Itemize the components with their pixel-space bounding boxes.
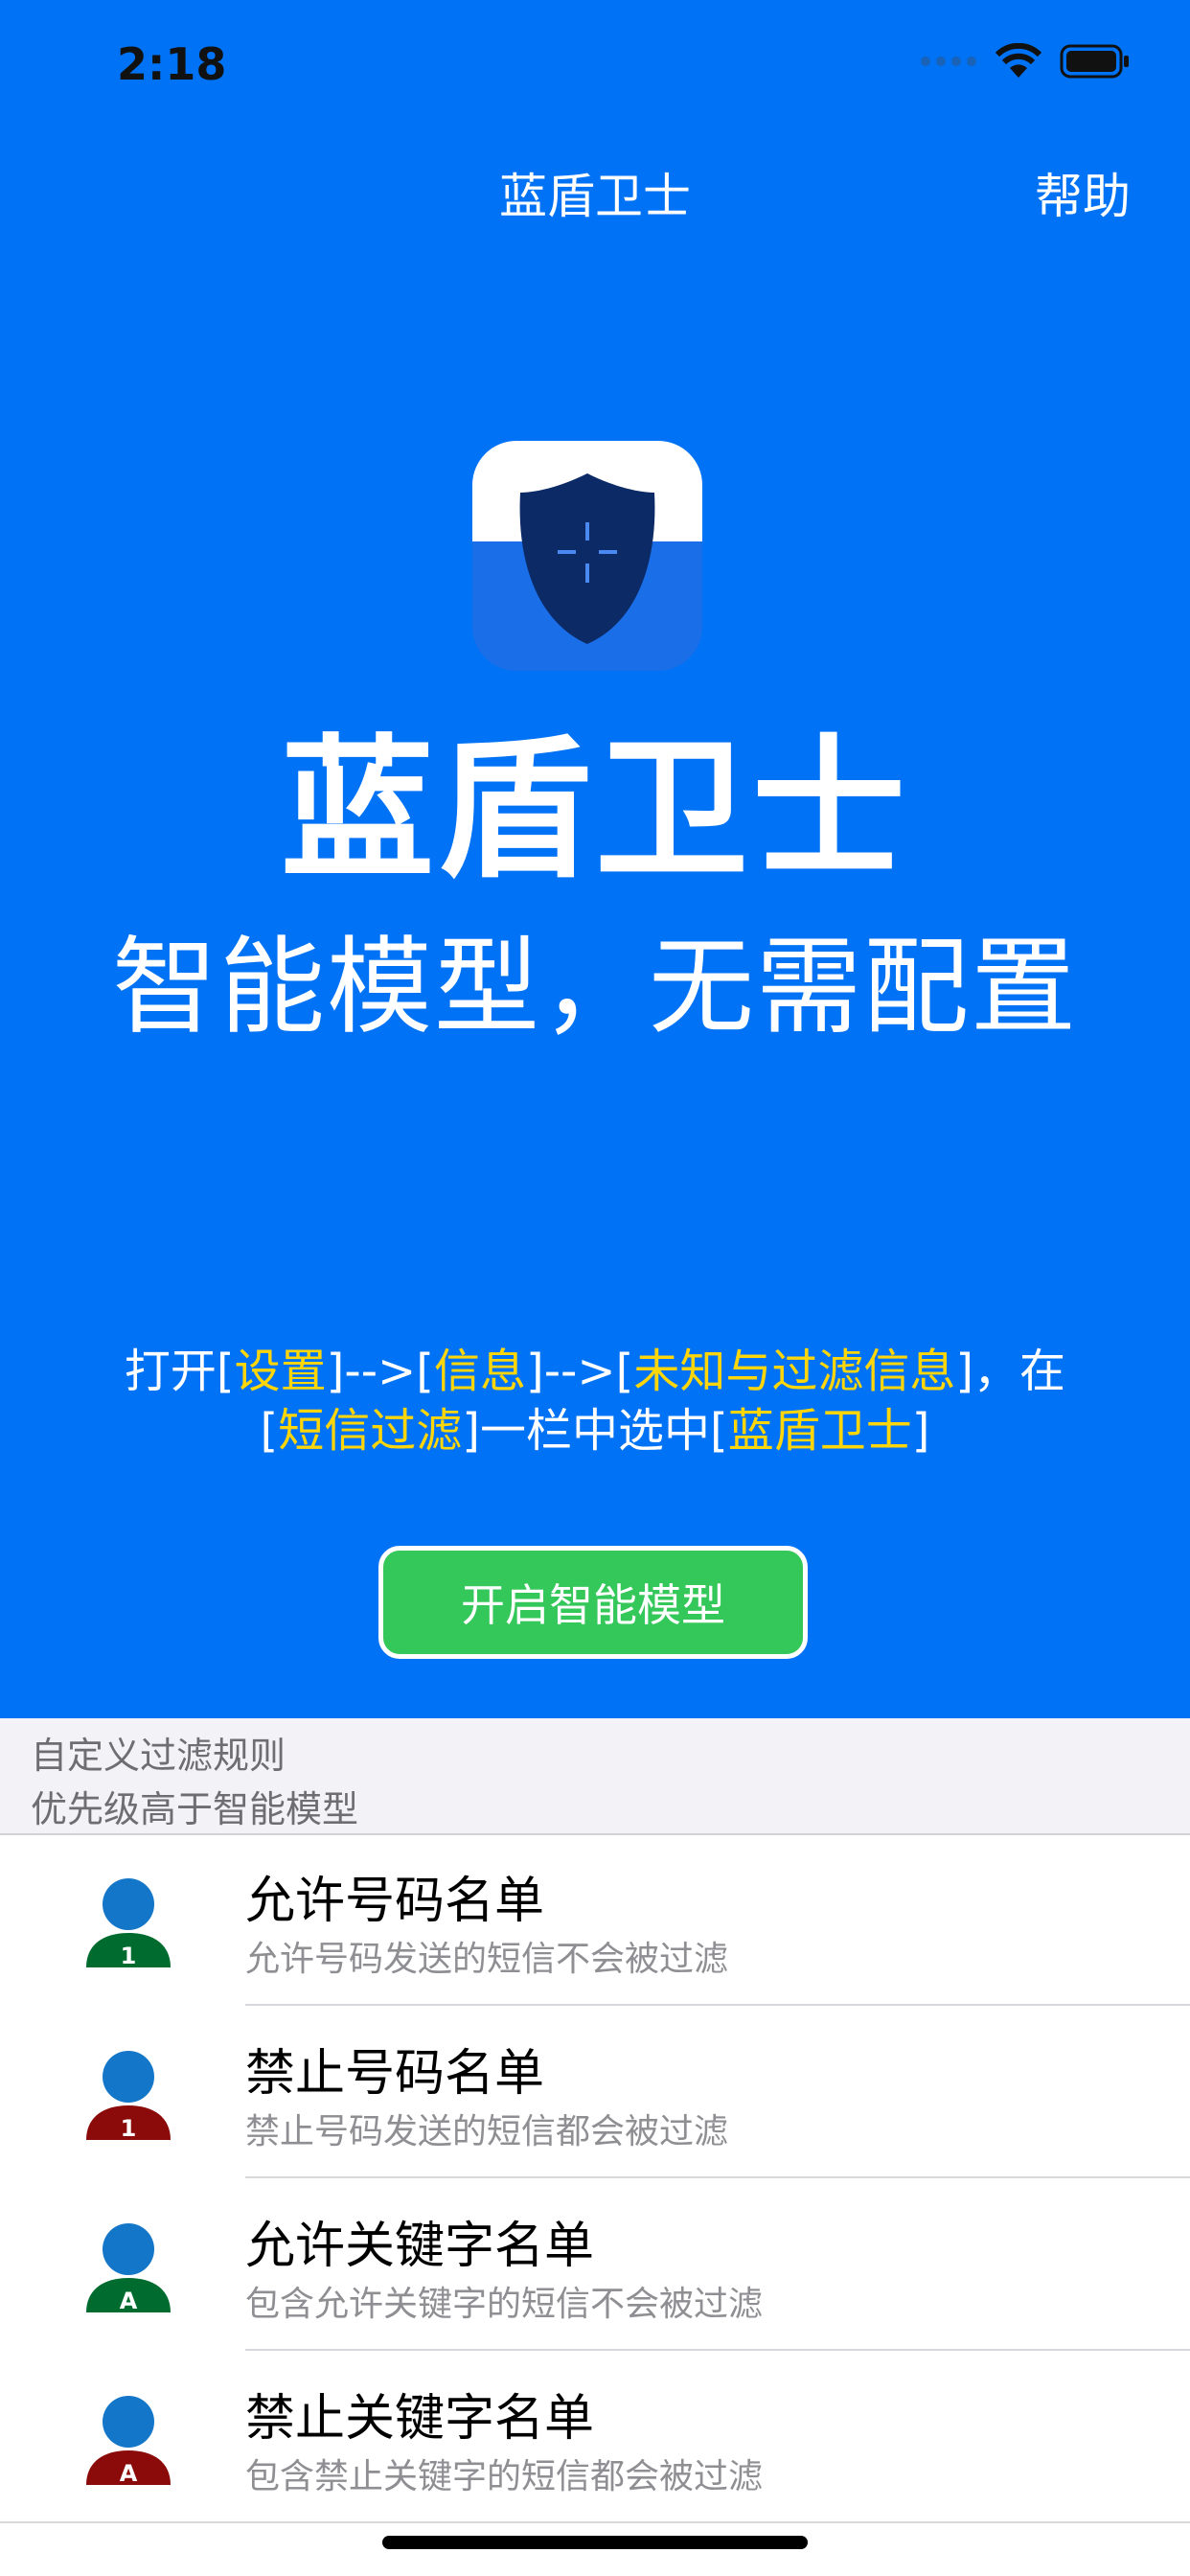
svg-text:1: 1 [121,2115,137,2140]
list-item[interactable]: 1 禁止号码名单禁止号码发送的短信都会被过滤 [0,2006,1190,2178]
enable-smart-model-button[interactable]: 开启智能模型 [378,1546,808,1659]
status-time: 2:18 [117,38,227,90]
highlight-text: 蓝盾卫士 [727,1404,912,1458]
battery-icon [1060,44,1129,79]
svg-text:A: A [120,2460,138,2485]
list-item[interactable]: A 允许关键字名单包含允许关键字的短信不会被过滤 [0,2178,1190,2351]
row-divider [0,2521,1190,2523]
help-button[interactable]: 帮助 [1035,158,1131,227]
custom-rules-header: 自定义过滤规则 优先级高于智能模型 [0,1718,1190,1835]
instruction-text: 打开[ [124,1345,235,1398]
block-keyword-icon: A [86,2396,171,2485]
signal-icon [921,57,976,66]
rules-list: 1 允许号码名单允许号码发送的短信不会被过滤 1 禁止号码名单禁止号码发送的短信都会被… [0,1833,1190,2523]
instruction-text: ]-->[ [326,1345,434,1398]
allow-keyword-icon: A [86,2223,171,2312]
list-item-title: 禁止关键字名单 [245,2390,595,2448]
highlight-text: 未知与过滤信息 [633,1345,956,1398]
instruction-text: ]，在 [955,1345,1066,1398]
list-item-description: 允许号码发送的短信不会被过滤 [245,1940,729,1979]
list-item-description: 包含允许关键字的短信不会被过滤 [245,2285,764,2324]
section-title: 自定义过滤规则 [31,1735,286,1777]
setup-instructions: 打开[设置]-->[信息]-->[未知与过滤信息]，在 [短信过滤]一栏中选中[… [57,1342,1133,1460]
instruction-line-2: [短信过滤]一栏中选中[蓝盾卫士] [57,1401,1133,1460]
status-icons [920,42,1131,80]
hero-title: 蓝盾卫士 [280,720,909,899]
wifi-icon [995,43,1042,78]
allow-number-icon: 1 [86,1878,171,1967]
list-item-title: 禁止号码名单 [245,2045,545,2103]
home-indicator [382,2536,808,2549]
list-item-title: 允许号码名单 [245,1873,545,1930]
highlight-text: 短信过滤 [278,1404,463,1458]
list-item-description: 包含禁止关键字的短信都会被过滤 [245,2457,764,2496]
instruction-text: [ [260,1404,279,1458]
list-item[interactable]: A 禁止关键字名单包含禁止关键字的短信都会被过滤 [0,2351,1190,2523]
nav-title: 蓝盾卫士 [499,169,691,224]
list-item-title: 允许关键字名单 [245,2218,595,2275]
app-logo-icon [472,441,702,671]
hero-subtitle: 智能模型，无需配置 [112,926,1078,1048]
instruction-text: ]-->[ [526,1345,634,1398]
instruction-line-1: 打开[设置]-->[信息]-->[未知与过滤信息]，在 [57,1342,1133,1401]
instruction-text: ]一栏中选中[ [462,1404,728,1458]
instruction-text: ] [911,1404,930,1458]
svg-text:1: 1 [121,1943,137,1967]
svg-text:A: A [120,2288,138,2312]
highlight-text: 设置 [234,1345,327,1398]
block-number-icon: 1 [86,2051,171,2140]
list-item[interactable]: 1 允许号码名单允许号码发送的短信不会被过滤 [0,1833,1190,2006]
highlight-text: 信息 [433,1345,526,1398]
section-subtitle: 优先级高于智能模型 [31,1788,359,1830]
list-item-description: 禁止号码发送的短信都会被过滤 [245,2112,729,2151]
